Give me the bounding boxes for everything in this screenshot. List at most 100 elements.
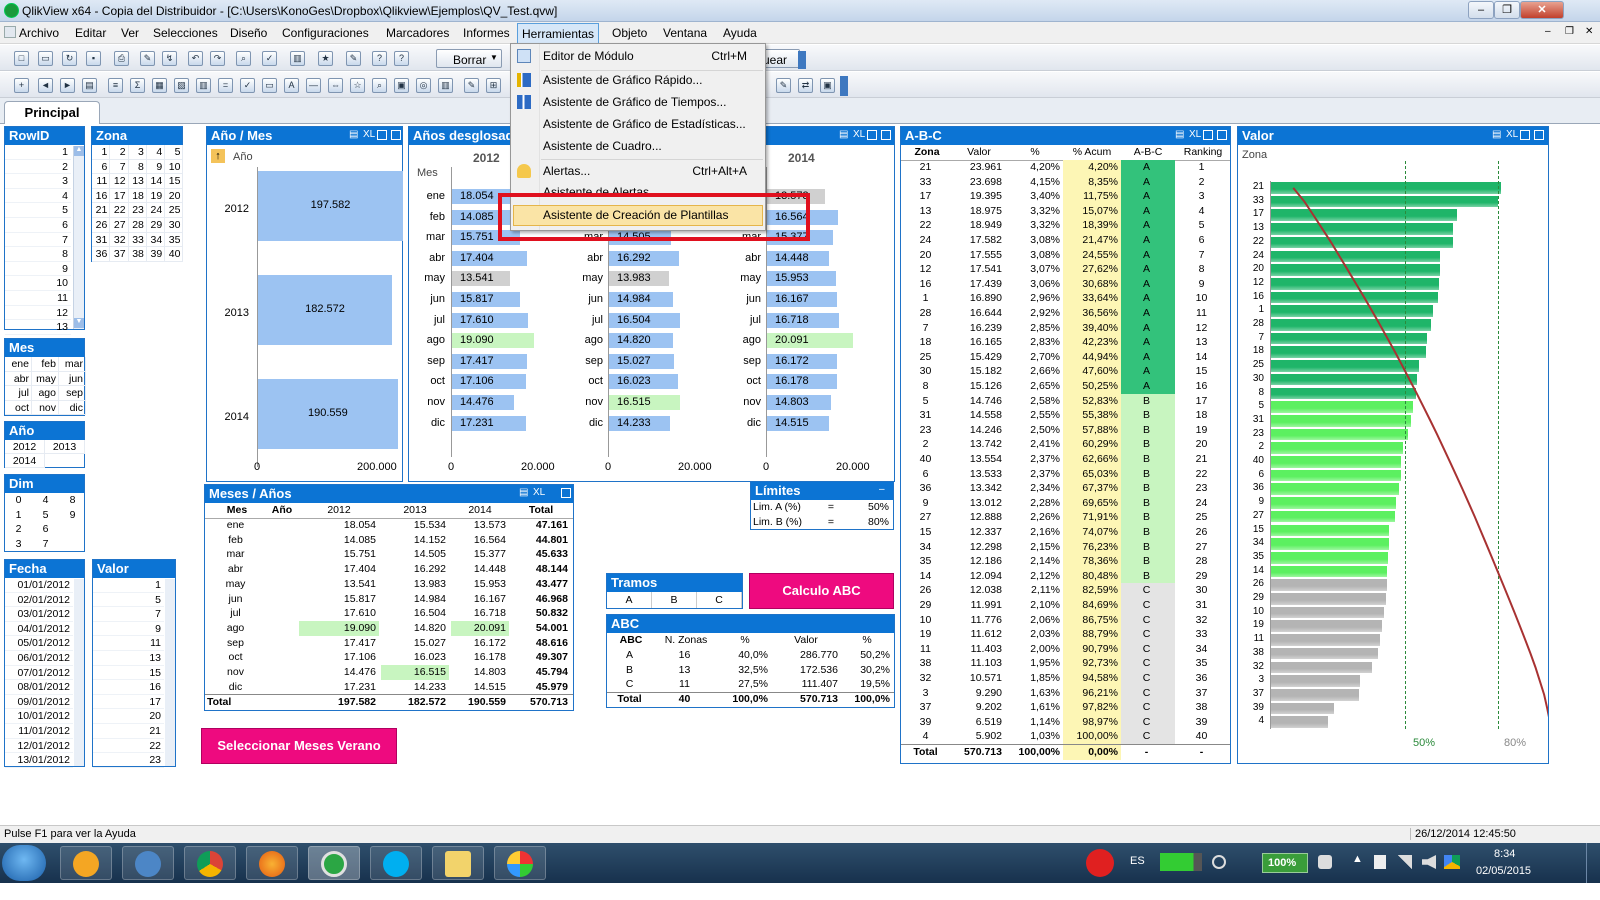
menu-item-grafico-estadisticas[interactable]: Asistente de Gráfico de Estadísticas... (511, 113, 765, 135)
bar[interactable]: 15.953 (767, 271, 836, 287)
statistics-icon[interactable]: Σ (130, 78, 145, 93)
taskbar-explorer[interactable] (432, 846, 484, 880)
listbox-value[interactable]: 5 (32, 508, 59, 523)
print-icon[interactable]: ▤ (1492, 129, 1501, 140)
flag-icon[interactable] (1374, 855, 1386, 869)
listbox-value[interactable]: 10 (5, 276, 71, 291)
bar[interactable]: 190.559 (258, 379, 399, 449)
listbox-value[interactable]: 4 (32, 493, 59, 508)
listbox-value[interactable]: 34 (146, 232, 166, 248)
listbox-value[interactable]: 28 (128, 218, 147, 233)
mdi-close-icon[interactable]: ✕ (1585, 26, 1593, 37)
listbox-value[interactable]: 5 (93, 593, 164, 608)
listbox-value[interactable]: 25 (165, 203, 184, 218)
listbox-value[interactable]: feb (32, 357, 59, 372)
listbox-value[interactable]: 12 (5, 306, 71, 321)
listbox-value[interactable]: 1 (5, 508, 32, 523)
clock-date[interactable]: 02/05/2015 (1476, 865, 1531, 877)
listbox-value[interactable]: 20 (165, 188, 184, 204)
menu-diseno[interactable]: Diseño (230, 26, 267, 40)
listbox-value[interactable]: 4 (146, 145, 166, 160)
signal-icon[interactable] (1398, 855, 1412, 869)
mdi-restore-icon[interactable]: ❐ (1565, 26, 1574, 37)
menu-marcadores[interactable]: Marcadores (386, 26, 449, 40)
edit-script-icon[interactable]: ✎ (140, 51, 155, 66)
toolbar2-overflow-icon[interactable] (840, 76, 848, 96)
bar[interactable]: 13.983 (609, 271, 670, 287)
listbox-value[interactable]: abr (5, 371, 32, 387)
share-icon[interactable]: ⇄ (798, 78, 813, 93)
listbox-value[interactable]: 3 (5, 174, 71, 189)
listbox-value[interactable]: 05/01/2012 (5, 636, 73, 651)
minimize-icon[interactable] (377, 130, 387, 140)
bar[interactable]: 16.515 (609, 395, 680, 410)
listbox-value[interactable]: 09/01/2012 (5, 695, 73, 710)
seleccionar-verano-button[interactable]: Seleccionar Meses Verano (201, 728, 397, 764)
chart-icon[interactable]: ▥ (290, 51, 305, 66)
listbox-value[interactable]: 2013 (45, 440, 85, 454)
menu-herramientas[interactable]: Herramientas (517, 23, 600, 45)
new-icon[interactable]: □ (14, 51, 29, 66)
listbox-value[interactable]: 9 (146, 159, 166, 175)
listbox-value[interactable]: 10/01/2012 (5, 709, 73, 724)
open-icon[interactable]: ▭ (38, 51, 53, 66)
excel-icon[interactable]: XL (1506, 129, 1518, 140)
custom-obj-icon[interactable]: ◎ (416, 78, 431, 93)
start-button[interactable] (2, 845, 46, 881)
listbox-value[interactable]: 8 (59, 493, 86, 508)
listbox-value[interactable]: 19 (146, 188, 166, 204)
listbox-value[interactable]: 33 (128, 232, 147, 248)
check-box-icon[interactable]: ✓ (240, 78, 255, 93)
bar[interactable]: 16.167 (767, 292, 837, 307)
listbox-value[interactable]: mar (59, 357, 86, 372)
mdi-minimize-icon[interactable]: – (1545, 26, 1551, 37)
promote-sheet-icon[interactable]: ◄ (38, 78, 53, 93)
listbox-value[interactable]: C (697, 592, 742, 608)
listbox-icon[interactable]: ≡ (108, 78, 123, 93)
volume-icon[interactable] (1422, 855, 1436, 869)
excel-icon[interactable]: XL (1189, 129, 1201, 140)
print-icon[interactable]: ▤ (349, 129, 358, 140)
bar[interactable]: 13.541 (452, 271, 511, 287)
taskbar-outlook[interactable] (60, 846, 112, 880)
new-sheet-icon[interactable]: + (14, 78, 29, 93)
listbox-value[interactable]: 4 (5, 189, 71, 204)
wifi-icon[interactable] (1212, 855, 1226, 869)
bar[interactable]: 15.817 (452, 292, 520, 307)
scrollbar[interactable] (74, 579, 84, 766)
print-icon[interactable]: ⎙ (114, 51, 129, 66)
save-icon[interactable]: ▪ (86, 51, 101, 66)
taskbar-paint[interactable] (494, 846, 546, 880)
container-icon[interactable]: ▣ (394, 78, 409, 93)
bar[interactable]: 14.803 (767, 395, 831, 410)
listbox-value[interactable]: 12/01/2012 (5, 739, 73, 754)
bar[interactable]: 14.820 (609, 333, 673, 349)
listbox-value[interactable]: 5 (5, 203, 71, 218)
pencil-icon[interactable]: ✎ (346, 51, 361, 66)
listbox-value[interactable]: 13 (93, 651, 164, 666)
menu-item-editor-modulo[interactable]: Editor de Módulo Ctrl+M (511, 45, 765, 67)
demote-sheet-icon[interactable]: ► (60, 78, 75, 93)
listbox-value[interactable]: 30 (165, 218, 184, 233)
listbox-value[interactable]: 13 (128, 174, 147, 189)
table-box-icon[interactable]: ▦ (152, 78, 167, 93)
close-button[interactable]: ✕ (1520, 1, 1564, 19)
whats-this-icon[interactable]: ? (394, 51, 409, 66)
listbox-value[interactable]: 27 (110, 218, 129, 233)
minimize-button[interactable]: – (1468, 1, 1494, 19)
bar[interactable]: 16.292 (609, 250, 680, 266)
listbox-value[interactable]: 22 (110, 203, 129, 218)
listbox-value[interactable]: oct (5, 400, 32, 416)
chart-wizard-icon[interactable]: ▥ (438, 78, 453, 93)
listbox-value[interactable]: 18 (128, 188, 147, 204)
listbox-value[interactable]: 04/01/2012 (5, 622, 73, 637)
listbox-value[interactable]: 31 (92, 232, 111, 248)
listbox-value[interactable]: 37 (110, 247, 129, 262)
menu-informes[interactable]: Informes (463, 26, 510, 40)
listbox-value[interactable]: 7 (93, 607, 164, 622)
bar[interactable]: 17.231 (452, 415, 527, 431)
bar[interactable]: 182.572 (258, 275, 393, 345)
bookmark-star-icon[interactable]: ★ (318, 51, 333, 66)
menu-selecciones[interactable]: Selecciones (153, 26, 218, 40)
listbox-value[interactable]: 8 (128, 159, 147, 175)
